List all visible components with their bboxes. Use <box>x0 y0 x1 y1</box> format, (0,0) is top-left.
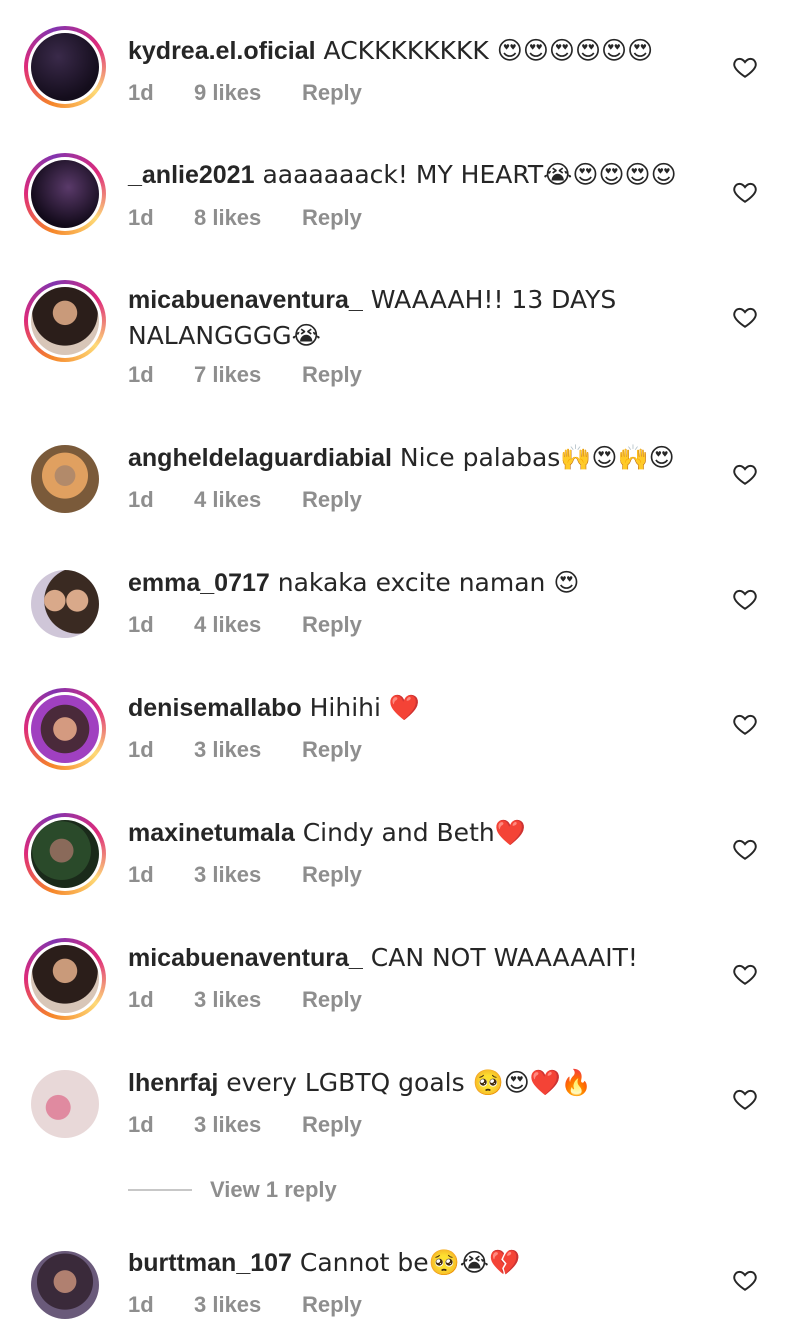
avatar[interactable] <box>24 688 106 770</box>
comment-likes[interactable]: 9 likes <box>194 80 302 106</box>
comment-text: CAN NOT WAAAAAIT! <box>362 943 638 972</box>
avatar[interactable] <box>24 1244 106 1326</box>
heart-outline-icon[interactable] <box>732 1267 758 1293</box>
heart-outline-icon[interactable] <box>732 586 758 612</box>
avatar[interactable] <box>24 26 106 108</box>
comment-likes[interactable]: 4 likes <box>194 487 302 513</box>
comment-text: Cindy and Beth❤️ <box>294 818 526 847</box>
reply-button[interactable]: Reply <box>302 862 362 888</box>
comment-likes[interactable]: 3 likes <box>194 737 302 763</box>
comment-likes[interactable]: 3 likes <box>194 1292 302 1318</box>
reply-button[interactable]: Reply <box>302 1112 362 1138</box>
comment-time: 1d <box>128 80 154 105</box>
comment-time: 1d <box>128 737 154 762</box>
comment-likes[interactable]: 8 likes <box>194 205 302 231</box>
avatar[interactable] <box>24 1063 106 1145</box>
comment-likes[interactable]: 3 likes <box>194 1112 302 1138</box>
comment-time: 1d <box>128 487 154 512</box>
avatar[interactable] <box>24 938 106 1020</box>
avatar[interactable] <box>24 280 106 362</box>
avatar[interactable] <box>24 813 106 895</box>
view-replies-label: View 1 reply <box>210 1177 337 1202</box>
comment-username[interactable]: emma_0717 <box>128 569 270 597</box>
avatar[interactable] <box>24 153 106 235</box>
reply-divider <box>128 1189 192 1191</box>
reply-button[interactable]: Reply <box>302 987 362 1013</box>
reply-button[interactable]: Reply <box>302 205 362 231</box>
comment-time: 1d <box>128 987 154 1012</box>
comment-username[interactable]: denisemallabo <box>128 694 302 722</box>
avatar[interactable] <box>24 563 106 645</box>
comment-text: Hihihi ❤️ <box>301 693 421 722</box>
comment-text: Cannot be🥺😭💔 <box>291 1248 521 1277</box>
view-replies-button[interactable]: View 1 reply <box>128 1177 337 1203</box>
reply-button[interactable]: Reply <box>302 362 362 388</box>
comment-username[interactable]: kydrea.el.oficial <box>128 37 316 65</box>
comment-time: 1d <box>128 362 154 387</box>
comment-time: 1d <box>128 612 154 637</box>
comment-likes[interactable]: 3 likes <box>194 862 302 888</box>
heart-outline-icon[interactable] <box>732 461 758 487</box>
comment-text: aaaaaaack! MY HEART😭😍😍😍😍 <box>254 160 677 189</box>
comment-time: 1d <box>128 1112 154 1137</box>
comment-username[interactable]: micabuenaventura_ <box>128 286 363 314</box>
reply-button[interactable]: Reply <box>302 612 362 638</box>
comment-text: Nice palabas🙌😍🙌😍 <box>391 443 675 472</box>
comment-username[interactable]: lhenrfaj <box>128 1069 218 1097</box>
comment-time: 1d <box>128 1292 154 1317</box>
heart-outline-icon[interactable] <box>732 179 758 205</box>
reply-button[interactable]: Reply <box>302 737 362 763</box>
comment-time: 1d <box>128 862 154 887</box>
comment-text: ACKKKKKKKK 😍😍😍😍😍😍 <box>315 36 654 65</box>
comment-username[interactable]: maxinetumala <box>128 819 295 847</box>
comment-text: nakaka excite naman 😍 <box>269 568 580 597</box>
comment-likes[interactable]: 7 likes <box>194 362 302 388</box>
heart-outline-icon[interactable] <box>732 304 758 330</box>
comment-likes[interactable]: 4 likes <box>194 612 302 638</box>
comment-time: 1d <box>128 205 154 230</box>
avatar[interactable] <box>24 438 106 520</box>
heart-outline-icon[interactable] <box>732 711 758 737</box>
comment-username[interactable]: burttman_107 <box>128 1249 292 1277</box>
comment-username[interactable]: angheldelaguardiabial <box>128 444 392 472</box>
heart-outline-icon[interactable] <box>732 961 758 987</box>
comment-text: every LGBTQ goals 🥺😍❤️🔥 <box>218 1068 593 1097</box>
heart-outline-icon[interactable] <box>732 836 758 862</box>
reply-button[interactable]: Reply <box>302 487 362 513</box>
heart-outline-icon[interactable] <box>732 54 758 80</box>
comment-username[interactable]: _anlie2021 <box>128 161 255 189</box>
reply-button[interactable]: Reply <box>302 80 362 106</box>
reply-button[interactable]: Reply <box>302 1292 362 1318</box>
heart-outline-icon[interactable] <box>732 1086 758 1112</box>
comment-username[interactable]: micabuenaventura_ <box>128 944 363 972</box>
comment-likes[interactable]: 3 likes <box>194 987 302 1013</box>
